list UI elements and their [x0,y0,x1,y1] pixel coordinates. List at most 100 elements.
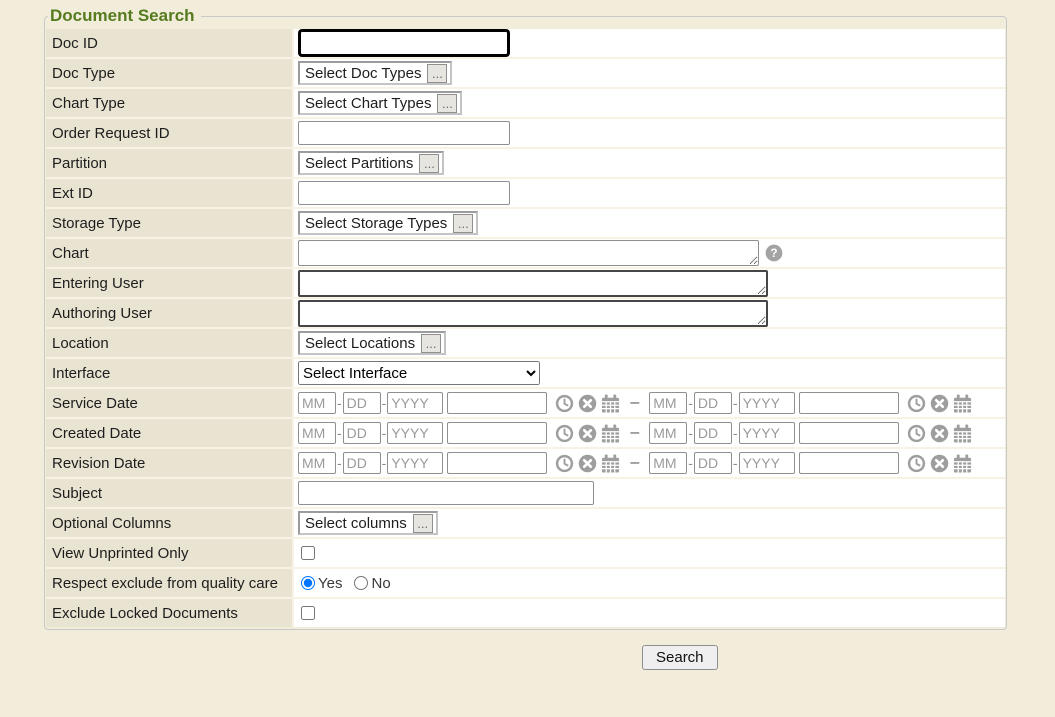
time-input[interactable] [799,422,899,444]
month-input[interactable] [649,452,687,474]
entering-user-textarea[interactable] [298,270,768,297]
date-field-separator: - [337,395,342,411]
date-field-separator: - [733,455,738,471]
time-input[interactable] [447,452,547,474]
quality-care-yes-label: Yes [318,575,342,592]
subject-input[interactable] [298,481,594,505]
search-button[interactable]: Search [642,645,718,670]
service-date-start-group: - - [298,392,620,414]
day-input[interactable] [343,452,381,474]
authoring-user-label: Authoring User [46,299,292,327]
optional-columns-picker-text: Select columns [305,515,407,532]
help-icon[interactable]: ? [765,244,783,262]
calendar-icon[interactable] [953,394,972,413]
date-field-separator: - [382,425,387,441]
clock-icon[interactable] [907,424,926,443]
year-input[interactable] [739,422,795,444]
clock-icon[interactable] [907,394,926,413]
chart-type-picker-text: Select Chart Types [305,95,431,112]
calendar-icon[interactable] [601,394,620,413]
date-field-separator: - [337,455,342,471]
clear-icon[interactable] [578,394,597,413]
partition-browse-button[interactable]: ... [419,154,439,173]
created-date-label: Created Date [46,419,292,447]
chart-textarea[interactable] [298,240,759,266]
optional-columns-browse-button[interactable]: ... [413,514,433,533]
clear-icon[interactable] [930,454,949,473]
clear-icon[interactable] [930,424,949,443]
storage-type-label: Storage Type [46,209,292,237]
partition-picker-text: Select Partitions [305,155,413,172]
year-input[interactable] [387,422,443,444]
month-input[interactable] [298,452,336,474]
chart-type-picker[interactable]: Select Chart Types ... [298,91,462,115]
month-input[interactable] [298,422,336,444]
doc-type-browse-button[interactable]: ... [427,64,447,83]
service-date-end-group: - - [649,392,971,414]
quality-care-yes-radio[interactable] [301,576,315,590]
doc-type-picker-text: Select Doc Types [305,65,421,82]
interface-label: Interface [46,359,292,387]
date-range-separator: – [630,394,639,412]
clock-icon[interactable] [555,394,574,413]
entering-user-label: Entering User [46,269,292,297]
day-input[interactable] [694,452,732,474]
year-input[interactable] [387,452,443,474]
time-input[interactable] [799,392,899,414]
optional-columns-picker[interactable]: Select columns ... [298,511,438,535]
clear-icon[interactable] [578,454,597,473]
quality-care-no-radio[interactable] [354,576,368,590]
ext-id-label: Ext ID [46,179,292,207]
doc-type-picker[interactable]: Select Doc Types ... [298,61,452,85]
exclude-locked-checkbox[interactable] [301,606,315,620]
calendar-icon[interactable] [601,454,620,473]
clear-icon[interactable] [578,424,597,443]
date-field-separator: - [382,455,387,471]
revision-date-end-group: - - [649,452,971,474]
calendar-icon[interactable] [601,424,620,443]
storage-type-picker[interactable]: Select Storage Types ... [298,211,478,235]
order-request-id-input[interactable] [298,121,510,145]
date-field-separator: - [382,395,387,411]
year-input[interactable] [387,392,443,414]
partition-picker[interactable]: Select Partitions ... [298,151,444,175]
location-browse-button[interactable]: ... [421,334,441,353]
date-field-separator: - [688,425,693,441]
ext-id-input[interactable] [298,181,510,205]
clock-icon[interactable] [555,454,574,473]
location-picker[interactable]: Select Locations ... [298,331,446,355]
doc-id-label: Doc ID [46,29,292,57]
revision-date-start-group: - - [298,452,620,474]
storage-type-picker-text: Select Storage Types [305,215,447,232]
authoring-user-textarea[interactable] [298,300,768,327]
location-picker-text: Select Locations [305,335,415,352]
clock-icon[interactable] [907,454,926,473]
calendar-icon[interactable] [953,424,972,443]
month-input[interactable] [649,422,687,444]
actions-bar: Search [0,645,1055,670]
time-input[interactable] [447,392,547,414]
day-input[interactable] [694,422,732,444]
month-input[interactable] [298,392,336,414]
time-input[interactable] [799,452,899,474]
view-unprinted-only-checkbox[interactable] [301,546,315,560]
day-input[interactable] [343,392,381,414]
view-unprinted-only-label: View Unprinted Only [46,539,292,567]
date-field-separator: - [733,395,738,411]
doc-id-input[interactable] [298,29,510,57]
clock-icon[interactable] [555,424,574,443]
exclude-locked-label: Exclude Locked Documents [46,599,292,627]
day-input[interactable] [694,392,732,414]
clear-icon[interactable] [930,394,949,413]
svg-text:?: ? [770,247,777,260]
calendar-icon[interactable] [953,454,972,473]
interface-select[interactable]: Select Interface [298,361,540,385]
time-input[interactable] [447,422,547,444]
year-input[interactable] [739,452,795,474]
quality-care-no-label: No [371,575,390,592]
day-input[interactable] [343,422,381,444]
storage-type-browse-button[interactable]: ... [453,214,473,233]
year-input[interactable] [739,392,795,414]
month-input[interactable] [649,392,687,414]
chart-type-browse-button[interactable]: ... [437,94,457,113]
